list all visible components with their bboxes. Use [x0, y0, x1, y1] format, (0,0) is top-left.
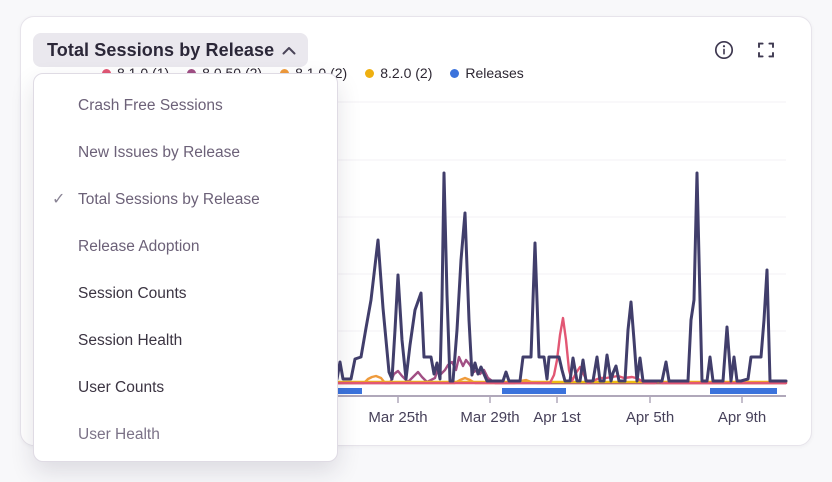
x-tick-label: Apr 9th: [718, 409, 766, 426]
menu-item-user-counts[interactable]: User Counts: [34, 364, 337, 411]
x-tick-label: Mar 25th: [368, 409, 427, 426]
chevron-up-icon: [282, 46, 296, 55]
menu-item-user-health[interactable]: User Health: [34, 411, 337, 458]
legend-color-dot: [450, 69, 459, 78]
legend-color-dot: [365, 69, 374, 78]
menu-item-label: User Counts: [78, 379, 164, 397]
x-tick-label: Apr 1st: [533, 409, 581, 426]
legend-item-Releases[interactable]: Releases: [450, 65, 523, 81]
info-button[interactable]: [713, 40, 735, 62]
widget-title: Total Sessions by Release: [47, 40, 274, 61]
menu-item-total-sessions-by-release[interactable]: ✓ Total Sessions by Release: [34, 176, 337, 223]
legend-item-label: Releases: [465, 65, 523, 81]
menu-item-label: New Issues by Release: [78, 144, 240, 162]
legend-item-label: 8.2.0 (2): [380, 65, 432, 81]
menu-item-release-adoption[interactable]: Release Adoption: [34, 223, 337, 270]
metric-dropdown-menu: Crash Free Sessions New Issues by Release…: [33, 73, 338, 462]
x-tick-label: Mar 29th: [460, 409, 519, 426]
menu-item-session-counts[interactable]: Session Counts: [34, 270, 337, 317]
menu-item-label: Crash Free Sessions: [78, 97, 223, 115]
expand-button[interactable]: [755, 40, 777, 62]
menu-item-session-health[interactable]: Session Health: [34, 317, 337, 364]
checkmark-icon: ✓: [52, 189, 65, 209]
menu-item-label: Session Counts: [78, 285, 187, 303]
fullscreen-icon: [756, 40, 776, 60]
widget-title-dropdown-button[interactable]: Total Sessions by Release: [33, 33, 308, 67]
menu-item-label: Total Sessions by Release: [78, 191, 260, 209]
info-icon: [714, 40, 734, 60]
menu-item-new-issues-by-release[interactable]: New Issues by Release: [34, 129, 337, 176]
menu-item-crash-free-sessions[interactable]: Crash Free Sessions: [34, 82, 337, 129]
menu-item-label: User Health: [78, 426, 160, 444]
x-tick-label: Apr 5th: [626, 409, 674, 426]
menu-item-label: Session Health: [78, 332, 182, 350]
release-bar[interactable]: [710, 388, 777, 394]
release-bar[interactable]: [502, 388, 566, 394]
menu-item-label: Release Adoption: [78, 238, 200, 256]
release-bar[interactable]: [337, 388, 362, 394]
legend-item-8.2.0-2-[interactable]: 8.2.0 (2): [365, 65, 432, 81]
series-line-sessions-navy: [337, 173, 786, 381]
